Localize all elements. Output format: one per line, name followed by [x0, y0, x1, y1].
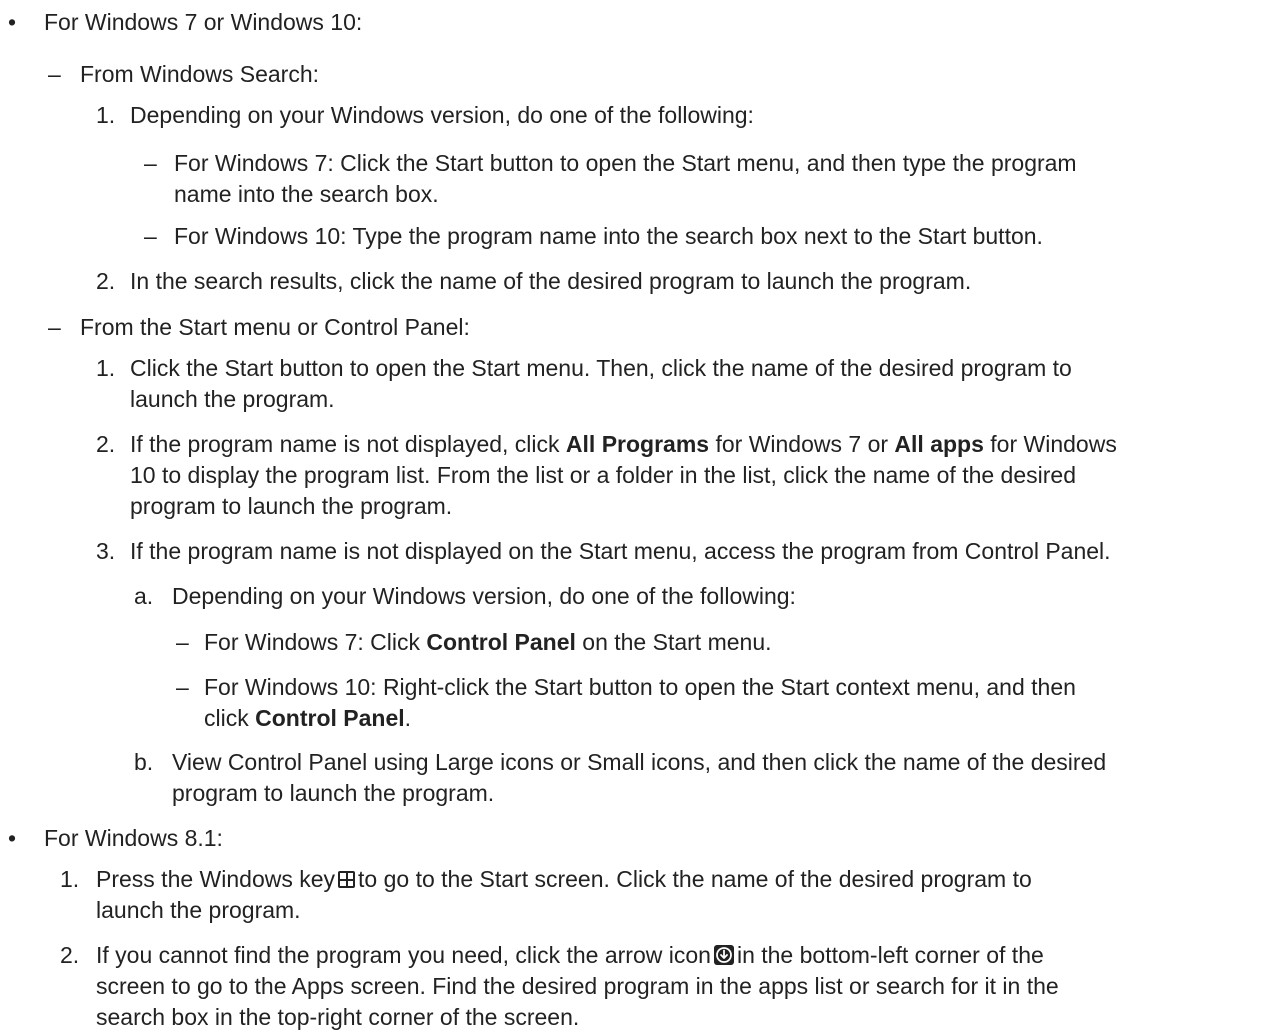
section-heading: For Windows 7 or Windows 10:: [44, 9, 363, 35]
step-text: click Control Panel.: [204, 705, 412, 731]
step-text: If the program name is not displayed on …: [130, 538, 1111, 564]
step-text: screen to go to the Apps screen. Find th…: [96, 973, 1059, 999]
subsection-heading: From the Start menu or Control Panel:: [80, 314, 470, 340]
step-letter: a.: [134, 583, 154, 609]
step-number: 2.: [96, 268, 116, 294]
bullet: •: [8, 9, 17, 35]
step-text: launch the program.: [130, 386, 335, 412]
subsection-heading: From Windows Search:: [80, 61, 320, 87]
dash: –: [176, 629, 189, 655]
step-number: 2.: [96, 431, 116, 457]
step-text: program to launch the program.: [172, 780, 495, 806]
step-number: 1.: [60, 866, 80, 892]
step-text: name into the search box.: [174, 181, 439, 207]
step-text: For Windows 10: Right-click the Start bu…: [204, 674, 1076, 700]
step-number: 2.: [60, 942, 80, 968]
step-text: For Windows 10: Type the program name in…: [174, 223, 1043, 249]
dash: –: [48, 61, 61, 87]
step-text: View Control Panel using Large icons or …: [172, 749, 1107, 775]
step-text: For Windows 7: Click Control Panel on th…: [204, 629, 772, 655]
dash: –: [48, 314, 61, 340]
step-text: Click the Start button to open the Start…: [130, 355, 1072, 381]
step-text: Depending on your Windows version, do on…: [172, 583, 796, 609]
dash: –: [176, 674, 189, 700]
step-text: launch the program.: [96, 897, 301, 923]
step-number: 3.: [96, 538, 116, 564]
all-apps-label: All apps: [894, 431, 984, 457]
step-number: 1.: [96, 355, 116, 381]
control-panel-label: Control Panel: [255, 705, 405, 731]
step-text: search box in the top-right corner of th…: [96, 1004, 580, 1030]
control-panel-label: Control Panel: [426, 629, 576, 655]
step-text: program to launch the program.: [130, 493, 453, 519]
dash: –: [144, 150, 157, 176]
step-text: 10 to display the program list. From the…: [130, 462, 1076, 488]
step-text: Press the Windows key to go to the Start …: [96, 866, 1032, 892]
windows-key-icon: [338, 871, 356, 888]
all-programs-label: All Programs: [565, 431, 710, 457]
step-text: Depending on your Windows version, do on…: [130, 102, 754, 128]
step-text: For Windows 7: Click the Start button to…: [174, 150, 1077, 176]
step-text: If the program name is not displayed, cl…: [130, 431, 1117, 457]
step-text: In the search results, click the name of…: [130, 268, 972, 294]
step-text: If you cannot find the program you need,…: [96, 942, 1044, 968]
bullet: •: [8, 825, 17, 851]
section-heading: For Windows 8.1:: [44, 825, 223, 851]
arrow-down-circle-icon: [713, 945, 734, 965]
dash: –: [144, 223, 157, 249]
step-number: 1.: [96, 102, 116, 128]
step-letter: b.: [134, 749, 154, 775]
